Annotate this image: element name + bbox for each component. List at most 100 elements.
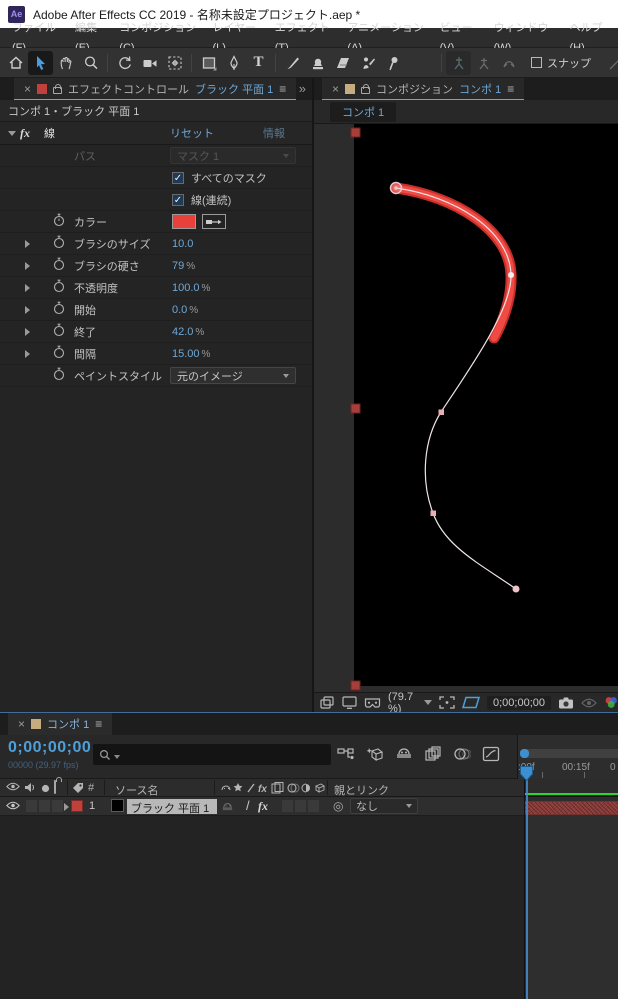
snap-toggle[interactable]: スナップ — [531, 55, 591, 71]
timeline-search-input[interactable] — [93, 744, 331, 765]
always-preview-icon[interactable] — [320, 696, 335, 709]
stopwatch-icon[interactable] — [52, 323, 66, 340]
track-area[interactable] — [524, 797, 618, 999]
index-column-header[interactable]: # — [88, 782, 94, 794]
property-value[interactable]: 42.0% — [172, 326, 204, 338]
value-text[interactable]: 79 — [172, 260, 184, 272]
frame-blending-icon[interactable] — [422, 743, 444, 765]
layer-visibility-eye-icon[interactable] — [6, 801, 20, 813]
mask-vertex-end[interactable] — [512, 585, 520, 593]
motion-blur-cell[interactable] — [295, 800, 306, 812]
composition-viewport[interactable] — [314, 124, 618, 692]
puppet-pin-tool-icon[interactable] — [380, 51, 405, 75]
parent-dropdown[interactable]: なし — [350, 798, 418, 814]
pen-tool-icon[interactable] — [221, 51, 246, 75]
draft-3d-icon[interactable] — [364, 743, 386, 765]
clone-stamp-tool-icon[interactable] — [305, 51, 330, 75]
layer-expand-chevron-icon[interactable] — [64, 803, 69, 811]
playhead-marker[interactable] — [520, 766, 533, 782]
effect-controls-tab[interactable]: × エフェクトコントロール ブラック 平面 1 ≡ — [14, 78, 297, 100]
layer-handle-bottom-left[interactable] — [350, 680, 361, 691]
composition-breadcrumb[interactable]: コンポ 1 — [330, 101, 397, 122]
lock-cell[interactable] — [52, 800, 63, 812]
snapshot-camera-icon[interactable] — [558, 697, 574, 709]
timeline-tab[interactable]: × コンポ 1 ≡ — [8, 713, 113, 735]
chevron-right-icon[interactable] — [25, 327, 30, 336]
mask-visibility-toggle-icon[interactable] — [462, 696, 480, 709]
mask-vertex-3[interactable] — [438, 409, 445, 416]
effect-header-row[interactable]: fx 線 リセット 情報 — [0, 122, 312, 145]
comp-mini-flowchart-icon[interactable] — [335, 743, 357, 765]
shape-tool-icon[interactable] — [196, 51, 221, 75]
tab-overflow-icon[interactable]: » — [299, 81, 306, 96]
parent-pickwhip-icon[interactable]: ◎ — [333, 799, 343, 813]
chevron-right-icon[interactable] — [25, 261, 30, 270]
zoom-tool-icon[interactable] — [78, 51, 103, 75]
panel-menu-icon[interactable]: ≡ — [507, 82, 514, 96]
layer-label-color-chip[interactable] — [71, 800, 83, 812]
all-masks-checkbox[interactable]: ✓ — [172, 171, 184, 184]
lock-column-icon[interactable] — [54, 780, 56, 794]
color-swatch[interactable] — [172, 214, 196, 229]
layer-handle-top-left[interactable] — [350, 127, 361, 138]
chevron-right-icon[interactable] — [25, 305, 30, 314]
layer-name[interactable]: ブラック 平面 1 — [127, 799, 217, 815]
region-of-interest-icon[interactable] — [439, 696, 455, 709]
mask-vertex-4[interactable] — [430, 510, 437, 517]
preview-timecode[interactable]: 0;00;00;00 — [487, 695, 551, 710]
magnification-dropdown[interactable]: (79.7 %) — [388, 691, 432, 715]
chevron-down-icon[interactable] — [8, 130, 16, 136]
value-text[interactable]: 100.0 — [172, 282, 200, 294]
parent-link-column-header[interactable]: 親とリンク — [334, 782, 389, 798]
work-area-bar[interactable] — [520, 749, 618, 758]
pan-behind-tool-icon[interactable] — [162, 51, 187, 75]
value-text[interactable]: 0.0 — [172, 304, 187, 316]
layer-handle-mid-left[interactable] — [350, 403, 361, 414]
stopwatch-icon[interactable] — [52, 301, 66, 318]
chevron-right-icon[interactable] — [25, 349, 30, 358]
show-snapshot-eye-icon[interactable] — [581, 698, 597, 708]
stopwatch-icon[interactable] — [52, 257, 66, 274]
stopwatch-icon[interactable] — [52, 367, 66, 384]
label-tag-icon[interactable] — [72, 782, 84, 797]
property-value[interactable]: 100.0% — [172, 282, 210, 294]
camera-tool-icon[interactable] — [137, 51, 162, 75]
chevron-right-icon[interactable] — [25, 283, 30, 292]
shy-switch-icon[interactable] — [221, 799, 234, 815]
audio-cell[interactable] — [26, 800, 37, 812]
mask-vertex-2[interactable] — [508, 272, 514, 278]
property-value[interactable]: 15.00% — [172, 348, 210, 360]
playhead-line[interactable] — [526, 768, 528, 999]
stopwatch-icon[interactable] — [52, 345, 66, 362]
lock-icon[interactable] — [361, 84, 371, 94]
reset-link[interactable]: リセット — [170, 125, 214, 141]
solo-icon[interactable] — [41, 784, 50, 796]
paint-style-dropdown[interactable]: 元のイメージ — [170, 367, 296, 384]
solo-cell[interactable] — [39, 800, 50, 812]
lock-icon[interactable] — [53, 84, 63, 94]
value-text[interactable]: 42.0 — [172, 326, 193, 338]
panel-menu-icon[interactable]: ≡ — [95, 717, 102, 731]
brush-tool-icon[interactable] — [280, 51, 305, 75]
value-text[interactable]: 15.00 — [172, 348, 200, 360]
vr-goggles-icon[interactable] — [364, 697, 381, 709]
stopwatch-icon[interactable] — [52, 279, 66, 296]
value-text[interactable]: 10.0 — [172, 238, 193, 250]
current-timecode[interactable]: 0;00;00;00 — [8, 739, 91, 757]
monitor-icon[interactable] — [342, 696, 357, 709]
hide-shy-layers-icon[interactable] — [393, 743, 415, 765]
graph-editor-icon[interactable] — [480, 743, 502, 765]
effects-switch-fx-icon[interactable]: fx — [258, 799, 268, 814]
channel-rgb-icon[interactable] — [604, 696, 618, 709]
property-value[interactable]: 79% — [172, 260, 195, 272]
stopwatch-icon[interactable] — [52, 213, 66, 230]
eyedropper-whip-icon[interactable] — [202, 214, 226, 229]
snap-checkbox[interactable] — [531, 57, 542, 68]
stroke-seq-checkbox[interactable]: ✓ — [172, 193, 184, 206]
frame-blend-cell[interactable] — [282, 800, 293, 812]
rotate-tool-icon[interactable] — [112, 51, 137, 75]
close-icon[interactable]: × — [24, 82, 31, 96]
close-icon[interactable]: × — [18, 717, 25, 731]
close-icon[interactable]: × — [332, 82, 339, 96]
selection-tool-icon[interactable] — [28, 50, 53, 75]
